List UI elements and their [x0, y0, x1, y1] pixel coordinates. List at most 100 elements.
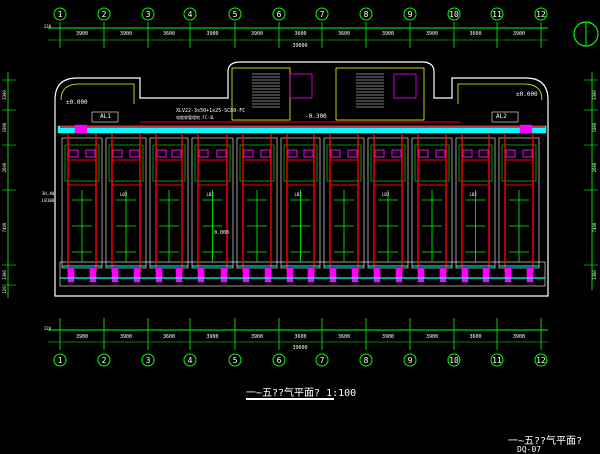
axis-label-bottom: 7: [320, 356, 325, 365]
axis-label-top: 7: [320, 10, 325, 19]
dim-value-bottom: 3900: [426, 334, 438, 340]
axis-label-top: 8: [364, 10, 369, 19]
stair-landing-box: [393, 73, 417, 99]
fixture-box: [68, 149, 79, 158]
left-side-note: LB100: [42, 198, 55, 203]
socket-block: [133, 267, 141, 283]
socket-block: [155, 267, 163, 283]
fixture-box: [522, 149, 533, 158]
fixture-box: [478, 149, 489, 158]
dim-value-bottom: 3600: [163, 334, 175, 340]
dim-value-bottom: 3600: [469, 334, 481, 340]
fixture-box: [435, 149, 446, 158]
axis-label-bottom: 1: [58, 356, 63, 365]
feeder-text: XLV22-3x50+1x25-SC80-FC: [176, 108, 245, 114]
fixture-box: [347, 149, 358, 158]
unit-tag: LB2: [207, 192, 215, 197]
axis-label-top: 12: [536, 10, 546, 19]
socket-block: [111, 267, 119, 283]
fixture-box: [216, 149, 227, 158]
dim-value-bottom: 3900: [382, 334, 394, 340]
dim-value-left: 3300: [2, 90, 7, 100]
socket-block: [461, 267, 469, 283]
fixture-box: [112, 149, 123, 158]
dim-total-bottom: 39600: [292, 345, 307, 351]
panel-al1-marker: [74, 124, 88, 134]
axis-label-bottom: 10: [449, 356, 459, 365]
dim-value-bottom: 3900: [206, 334, 218, 340]
dim-value-left: 120: [2, 286, 7, 294]
dim-value-top: 3600: [294, 31, 306, 37]
axis-label-bottom: 6: [277, 356, 282, 365]
socket-block: [264, 267, 272, 283]
balcony-inner-line: [60, 83, 543, 104]
dim-value-top: 3900: [206, 31, 218, 37]
dim-value-top: 3900: [513, 31, 525, 37]
fixture-box: [391, 149, 402, 158]
dim-value-left: 2600: [2, 162, 7, 172]
fixture-box: [303, 149, 314, 158]
dim-value-top: 3900: [120, 31, 132, 37]
fixture-box: [462, 149, 473, 158]
socket-block: [242, 267, 250, 283]
dim-value-left: 7400: [2, 222, 7, 232]
axis-label-top: 5: [233, 10, 238, 19]
unit-tag: LB2: [295, 192, 303, 197]
floor-plan-svg: 112233445566778899101011111212 390039003…: [2, 7, 599, 367]
axis-label-top: 4: [188, 10, 193, 19]
dim-value-top: 3600: [338, 31, 350, 37]
unit-tag: LB2: [470, 192, 478, 197]
socket-block: [175, 267, 183, 283]
dim-value-left: 1800: [2, 122, 7, 132]
dim-value-bottom: 3900: [76, 334, 88, 340]
fixture-box: [374, 149, 385, 158]
dim-value-top: 3900: [426, 31, 438, 37]
dim-value-bottom: 3900: [251, 334, 263, 340]
level-left: ±0.000: [66, 99, 88, 106]
fixture-box: [243, 149, 254, 158]
dim-value-bottom: 3900: [513, 334, 525, 340]
fixture-box: [418, 149, 429, 158]
axis-label-top: 10: [449, 10, 459, 19]
axis-label-top: 2: [102, 10, 107, 19]
wall-layer: [54, 61, 549, 297]
fixture-box: [287, 149, 298, 158]
dim-value-top: 3600: [163, 31, 175, 37]
socket-block: [286, 267, 294, 283]
axis-label-bottom: 2: [102, 356, 107, 365]
axis-label-bottom: 8: [364, 356, 369, 365]
socket-block: [439, 267, 447, 283]
axis-label-top: 3: [146, 10, 151, 19]
axis-label-bottom: 12: [536, 356, 546, 365]
grid-layer: [2, 22, 598, 350]
plan-title-underline: [246, 398, 334, 400]
socket-block: [197, 267, 205, 283]
axis-label-top: 1: [58, 10, 63, 19]
dim-edge-top: 120: [44, 24, 52, 29]
socket-block: [504, 267, 512, 283]
socket-block: [373, 267, 381, 283]
electrical-layer: [60, 111, 545, 283]
fixture-box: [156, 149, 167, 158]
fixture-box: [260, 149, 271, 158]
cad-drawing-canvas: 1 1 2 2 3 3 4 4 5 5 6 6 7 7 8 8 9 9 10 10 11 11 12 12 3900 3900 3…: [0, 0, 600, 454]
socket-block: [351, 267, 359, 283]
feeder-sub: 电缆穿管埋地 FC-4L: [176, 114, 215, 120]
dim-value-right: 3300: [592, 90, 597, 100]
dim-value-bottom: 3900: [120, 334, 132, 340]
dim-value-left: 1300: [2, 270, 7, 280]
socket-block: [329, 267, 337, 283]
axis-label-bottom: 9: [408, 356, 413, 365]
panel-left-label: AL1: [100, 113, 111, 120]
dim-value-right: 1300: [592, 270, 597, 280]
fixture-box: [129, 149, 140, 158]
socket-block: [395, 267, 403, 283]
dim-value-top: 3900: [382, 31, 394, 37]
axis-label-bottom: 4: [188, 356, 193, 365]
axis-label-top: 9: [408, 10, 413, 19]
dim-total-top: 39600: [292, 43, 307, 49]
fixture-box: [505, 149, 516, 158]
socket-block: [307, 267, 315, 283]
axis-label-top: 11: [492, 10, 502, 19]
unit-tag: LB2: [120, 192, 128, 197]
